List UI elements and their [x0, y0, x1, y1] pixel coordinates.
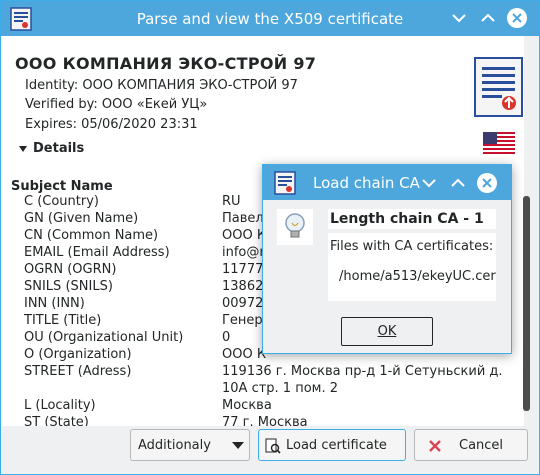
expires-line: Expires: 05/06/2020 23:31 [25, 117, 198, 132]
additionaly-button[interactable]: Additionaly [130, 429, 250, 461]
load-certificate-label: Load certificate [286, 438, 387, 453]
lightbulb-icon [277, 209, 313, 245]
subject-label: EMAIL (Email Address) [24, 245, 170, 260]
dropdown-arrow-icon [232, 442, 244, 449]
close-button[interactable] [506, 7, 528, 29]
ca-files-box: Files with CA certificates: /home/a513/e… [328, 233, 496, 301]
subject-label: O (Organization) [24, 347, 132, 362]
load-certificate-button[interactable]: Load certificate [258, 429, 406, 461]
additionaly-label: Additionaly [138, 438, 211, 453]
subject-label: CN (Common Name) [24, 228, 159, 243]
subject-label: OU (Organizational Unit) [24, 330, 184, 345]
subject-label: TITLE (Title) [24, 313, 102, 328]
subject-label: OGRN (OGRN) [24, 262, 117, 277]
cancel-label: Cancel [459, 438, 504, 453]
subject-label: C (Country) [24, 194, 99, 209]
triangle-down-icon [19, 145, 27, 152]
chain-length-heading: Length chain CA - 1 [328, 209, 496, 229]
close-icon[interactable] [476, 172, 498, 194]
dialog-title-bar[interactable]: Load chain CA [263, 165, 511, 200]
subject-label: L (Locality) [24, 398, 96, 413]
chevron-up-icon[interactable] [447, 172, 469, 194]
ca-file-path: /home/a513/ekeyUC.cer [339, 269, 496, 284]
certificate-title: ООО КОМПАНИЯ ЭКО-СТРОЙ 97 [15, 54, 317, 73]
certificate-document-icon [474, 57, 523, 117]
button-bar: Additionaly Load certificate Cancel [2, 426, 539, 474]
chevron-down-icon [452, 14, 466, 23]
dialog-title: Load chain CA [313, 174, 420, 192]
subject-value: Павел [222, 211, 264, 226]
chevron-up-icon [481, 13, 495, 22]
load-chain-ca-dialog: Load chain CA Length chain CA - 1 Files … [262, 164, 512, 354]
subject-value: Москва [222, 398, 272, 413]
subject-label: GN (Given Name) [24, 211, 139, 226]
ok-label: OK [377, 324, 397, 339]
search-document-icon [265, 438, 281, 454]
subject-label: ST (State) [24, 415, 89, 426]
subject-value: info@r [222, 245, 265, 260]
subject-value: 13862 [222, 279, 264, 294]
subject-value: 119136 г. Москва пр-д 1-й Сетуньский д. [222, 364, 503, 379]
subject-value: ООО К [222, 347, 267, 362]
subject-name-heading: Subject Name [11, 179, 113, 194]
subject-value: 10А стр. 1 пом. 2 [222, 381, 339, 396]
subject-value: 0 [222, 330, 231, 345]
subject-label: SNILS (SNILS) [24, 279, 113, 294]
certificate-icon [274, 171, 296, 195]
close-icon [507, 8, 527, 28]
subject-value: 00972 [222, 296, 264, 311]
subject-label: STREET (Adress) [24, 364, 132, 379]
title-bar[interactable]: Parse and view the X509 certificate [1, 1, 539, 36]
maximize-button[interactable] [477, 7, 499, 29]
subject-value: 11777 [222, 262, 264, 277]
cancel-button[interactable]: Cancel [414, 429, 528, 461]
ok-button[interactable]: OK [341, 317, 433, 346]
minimize-button[interactable] [448, 7, 470, 29]
subject-value: ООО К [222, 228, 267, 243]
subject-label: INN (INN) [24, 296, 85, 311]
subject-value: 77 г. Москва [222, 415, 308, 426]
subject-value: Генер [222, 313, 263, 328]
details-label: Details [33, 141, 85, 156]
us-flag-icon[interactable] [483, 132, 515, 156]
chevron-down-icon[interactable] [418, 172, 440, 194]
ca-files-label: Files with CA certificates: [330, 239, 494, 254]
subject-value: RU [222, 194, 241, 209]
cancel-x-icon [429, 440, 441, 452]
scrollbar-thumb[interactable] [523, 196, 530, 411]
identity-line: Identity: ООО КОМПАНИЯ ЭКО-СТРОЙ 97 [25, 78, 298, 93]
details-toggle[interactable]: Details [19, 141, 84, 156]
verified-by-line: Verified by: ООО «Екей УЦ» [25, 97, 208, 112]
